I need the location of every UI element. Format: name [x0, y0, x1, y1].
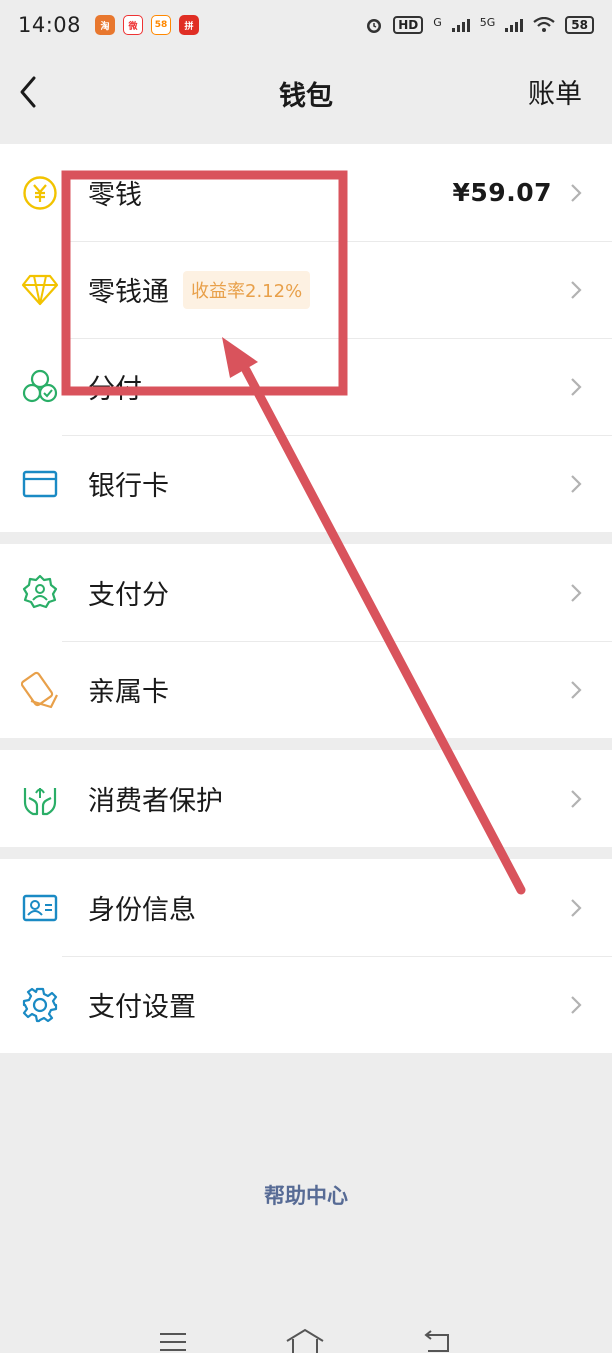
list-item-label: 消费者保护 — [88, 786, 223, 817]
weibo-app-icon: 微 — [123, 15, 144, 35]
chevron-right-icon — [571, 680, 582, 699]
diamond-icon — [20, 270, 60, 310]
chevron-right-icon — [571, 280, 582, 299]
list-item-label: 银行卡 — [88, 471, 169, 502]
signal-bars-icon — [451, 18, 470, 32]
status-bar: 14:08 淘 微 58 拼 HD G 5G 58 — [0, 0, 612, 50]
wallet-section-balance: 零钱 ¥59.07 零钱通 收益率2.12% 分付 银行卡 — [0, 144, 612, 532]
menu-icon[interactable] — [158, 1331, 188, 1353]
chevron-right-icon — [571, 995, 582, 1014]
list-item-lingqiantong[interactable]: 零钱通 收益率2.12% — [0, 241, 612, 338]
app-58-icon: 58 — [151, 15, 172, 35]
consumer-protection-icon — [20, 779, 60, 819]
id-card-icon — [20, 888, 60, 928]
settings-gear-icon — [20, 985, 60, 1025]
signal-5g-label: 5G — [479, 16, 496, 29]
status-indicators: HD G 5G 58 — [365, 16, 594, 34]
list-item-bank-card[interactable]: 银行卡 — [0, 435, 612, 532]
taobao-app-icon: 淘 — [95, 15, 116, 35]
alarm-icon — [367, 19, 382, 33]
list-item-family-card[interactable]: 亲属卡 — [0, 641, 612, 738]
list-item-change[interactable]: 零钱 ¥59.07 — [0, 144, 612, 241]
chevron-right-icon — [571, 183, 582, 202]
chevron-right-icon — [571, 789, 582, 808]
list-item-identity-info[interactable]: 身份信息 — [0, 859, 612, 956]
list-item-consumer-protection[interactable]: 消费者保护 — [0, 750, 612, 847]
chevron-right-icon — [571, 474, 582, 493]
back-icon[interactable] — [422, 1329, 454, 1353]
chevron-right-icon — [571, 898, 582, 917]
fenfu-icon — [20, 367, 60, 407]
chevron-right-icon — [571, 377, 582, 396]
yield-rate-badge: 收益率2.12% — [183, 270, 311, 309]
wallet-section-settings: 身份信息 支付设置 — [0, 859, 612, 1053]
balance-value: ¥59.07 — [452, 178, 552, 207]
status-time: 14:08 — [18, 13, 82, 37]
bank-card-icon — [20, 464, 60, 504]
nav-bar: 钱包 账单 — [0, 50, 612, 134]
list-item-label: 支付分 — [88, 580, 169, 611]
list-item-pay-score[interactable]: 支付分 — [0, 544, 612, 641]
signal-g-label: G — [433, 16, 442, 29]
wallet-section-protection: 消费者保护 — [0, 750, 612, 847]
list-item-label: 分付 — [88, 374, 142, 405]
wifi-icon — [533, 17, 555, 32]
home-icon[interactable] — [285, 1327, 325, 1353]
wallet-section-services: 支付分 亲属卡 — [0, 544, 612, 738]
help-center-link[interactable]: 帮助中心 — [0, 1180, 612, 1210]
yuan-coin-icon — [20, 173, 60, 213]
list-item-pay-settings[interactable]: 支付设置 — [0, 956, 612, 1053]
chevron-right-icon — [571, 583, 582, 602]
status-app-icons: 淘 微 58 拼 — [95, 15, 200, 35]
system-nav-bar — [0, 1319, 612, 1353]
list-item-fenfu[interactable]: 分付 — [0, 338, 612, 435]
list-item-label: 支付设置 — [88, 992, 196, 1023]
signal-bars-5g-icon — [505, 18, 524, 32]
family-card-icon — [20, 670, 60, 710]
list-item-label: 亲属卡 — [88, 677, 169, 708]
bill-button[interactable]: 账单 — [528, 72, 582, 111]
list-item-label: 零钱通 — [88, 277, 169, 308]
pinduoduo-app-icon: 拼 — [179, 15, 200, 35]
pay-score-icon — [20, 573, 60, 613]
list-item-label: 零钱 — [88, 180, 142, 211]
hd-icon: HD — [393, 16, 424, 34]
battery-icon: 58 — [565, 16, 594, 34]
page-title: 钱包 — [279, 81, 333, 112]
list-item-label: 身份信息 — [88, 895, 196, 926]
